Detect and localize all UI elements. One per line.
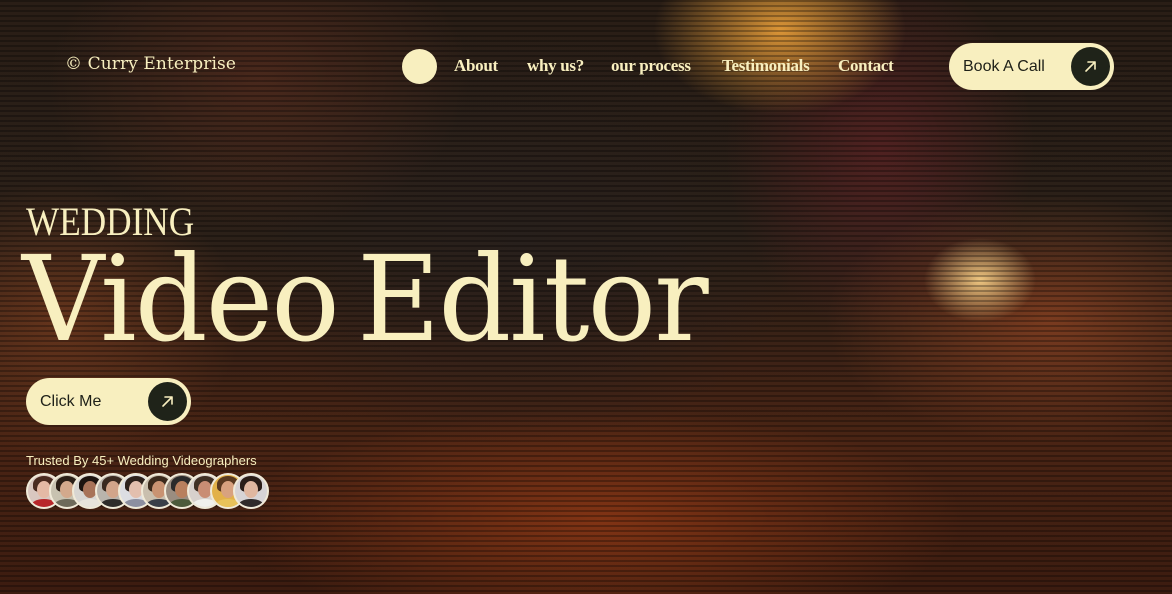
- hero-section: © Curry Enterprise About why us? our pro…: [0, 0, 1172, 594]
- circle-dot-icon[interactable]: [402, 49, 437, 84]
- nav-item-testimonials[interactable]: Testimonials: [722, 56, 810, 76]
- click-me-label: Click Me: [40, 393, 102, 410]
- arrow-up-right-icon: [162, 396, 173, 407]
- click-me-arrow-circle: [148, 382, 187, 421]
- hero-title-word2: Editor: [357, 230, 709, 368]
- hero-title-word1: Video: [22, 230, 340, 368]
- brand-logo-text[interactable]: © Curry Enterprise: [65, 54, 236, 74]
- book-a-call-arrow-circle: [1071, 47, 1110, 86]
- avatar: [233, 473, 269, 509]
- book-a-call-label: Book A Call: [963, 58, 1045, 75]
- avatar-group: [26, 473, 286, 509]
- nav-item-why-us[interactable]: why us?: [527, 56, 584, 76]
- book-a-call-button[interactable]: Book A Call: [949, 43, 1114, 90]
- trusted-by-text: Trusted By 45+ Wedding Videographers: [26, 453, 257, 468]
- arrow-up-right-icon: [1085, 61, 1096, 72]
- nav-item-our-process[interactable]: our process: [611, 56, 691, 76]
- hero-title: Video Editor: [22, 230, 709, 368]
- nav-item-about[interactable]: About: [454, 56, 498, 76]
- nav-item-contact[interactable]: Contact: [838, 56, 894, 76]
- click-me-button[interactable]: Click Me: [26, 378, 191, 425]
